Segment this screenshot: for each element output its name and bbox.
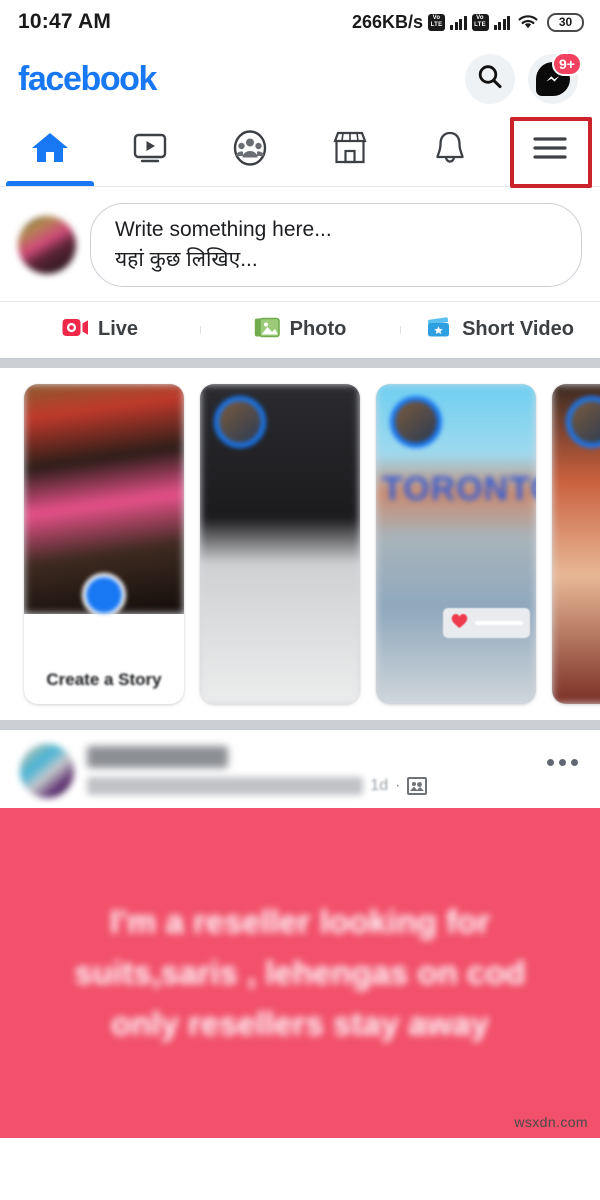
sidebar-item-menu[interactable] [500, 114, 600, 188]
post-text: I'm a reseller looking for suits,saris ,… [74, 902, 526, 1043]
more-options-icon[interactable] [547, 759, 578, 782]
status-bar: 10:47 AM 266KB/s Vo LTE Vo LTE 30 [0, 0, 600, 44]
navigation-tabs [0, 114, 600, 188]
stories-carousel[interactable]: Create a Story TORONTO [0, 367, 600, 720]
photo-button[interactable]: Photo [200, 316, 400, 344]
post-shared-by: Shared post by Amala Maryan Thomas [87, 777, 364, 796]
reaction-slider-track [475, 620, 523, 625]
bell-icon [429, 127, 471, 174]
post-author-name[interactable]: WOMEN STYLE [87, 746, 229, 769]
composer-input[interactable]: Write something here... यहां कुछ लिखिए..… [90, 203, 582, 287]
feed-post: WOMEN STYLE Shared post by Amala Maryan … [0, 729, 600, 1138]
facebook-mobile-app: 10:47 AM 266KB/s Vo LTE Vo LTE 30 facebo… [0, 0, 600, 1200]
section-separator-2 [0, 719, 600, 730]
post-author-avatar[interactable] [20, 743, 74, 798]
wifi-icon [517, 14, 539, 31]
facebook-logo[interactable]: facebook [18, 60, 157, 99]
avatar[interactable] [18, 215, 76, 274]
story-card[interactable]: TORONTO [376, 383, 536, 704]
video-play-icon [128, 128, 172, 173]
create-story-footer [24, 614, 184, 704]
live-video-icon [62, 317, 89, 343]
groups-icon [228, 127, 272, 174]
post-body[interactable]: I'm a reseller looking for suits,saris ,… [0, 807, 600, 1138]
active-tab-underline [6, 181, 94, 186]
short-video-button[interactable]: Short Video [400, 316, 600, 344]
short-video-clapper-icon [426, 316, 453, 344]
composer-placeholder-hindi: यहां कुछ लिखिए... [115, 247, 258, 271]
post-timestamp: 1d [370, 777, 389, 795]
volte-icon-1: Vo LTE [428, 13, 445, 31]
volte-icon-2: Vo LTE [471, 13, 489, 31]
section-separator-1 [0, 357, 600, 368]
search-button[interactable] [465, 54, 515, 104]
watermark: wsxdn.com [514, 1113, 588, 1130]
short-video-label: Short Video [462, 318, 574, 341]
live-label: Live [97, 318, 139, 341]
story-overlay-text: TORONTO [382, 469, 536, 508]
battery-level: 30 [558, 15, 573, 29]
sidebar-item-groups[interactable] [200, 114, 300, 186]
post-composer: Write something here... यहां कुछ लिखिए..… [0, 187, 600, 301]
volte-bottom-1: LTE [430, 22, 443, 28]
home-icon [28, 128, 72, 173]
post-meta-separator: · [395, 777, 401, 795]
live-button[interactable]: Live [0, 317, 200, 343]
sidebar-item-watch[interactable] [100, 114, 200, 186]
story-card[interactable] [200, 383, 360, 704]
app-header: facebook 9+ [0, 44, 600, 114]
signal-bars-icon-1 [450, 14, 467, 30]
composer-actions: Live Photo Short Video [0, 301, 600, 358]
volte-bottom-2: LTE [474, 22, 486, 28]
network-speed-label: 266KB/s [351, 11, 423, 32]
messenger-badge: 9+ [552, 52, 582, 76]
story-avatar-ring [214, 395, 266, 448]
create-story-card[interactable]: Create a Story [24, 383, 184, 704]
composer-placeholder-english: Write something here... [115, 218, 332, 241]
photo-label: Photo [289, 318, 347, 341]
post-subtitle: Shared post by Amala Maryan Thomas 1d · [87, 777, 534, 796]
volte-top-1: Vo [432, 15, 441, 21]
signal-bars-icon-2 [493, 14, 510, 30]
heart-icon [450, 612, 469, 634]
header-actions: 9+ [465, 52, 582, 104]
post-meta: WOMEN STYLE Shared post by Amala Maryan … [87, 746, 534, 796]
status-time: 10:47 AM [18, 10, 112, 33]
story-avatar-ring [390, 395, 442, 448]
photo-privacy-icon [407, 777, 428, 796]
story-card[interactable] [552, 383, 600, 704]
story-reaction-slider[interactable] [443, 607, 530, 638]
status-indicators: 266KB/s Vo LTE Vo LTE 30 [352, 12, 584, 33]
plus-icon [82, 572, 126, 617]
sidebar-item-marketplace[interactable] [300, 114, 400, 186]
hamburger-menu-icon [528, 131, 572, 170]
photo-icon [254, 316, 281, 344]
sidebar-item-notifications[interactable] [400, 114, 500, 186]
marketplace-store-icon [327, 128, 373, 173]
search-icon [475, 62, 505, 97]
volte-top-2: Vo [476, 15, 484, 21]
create-story-label: Create a Story [46, 669, 162, 689]
messenger-button[interactable]: 9+ [528, 52, 582, 104]
sidebar-item-home[interactable] [0, 114, 100, 186]
post-header: WOMEN STYLE Shared post by Amala Maryan … [0, 730, 600, 808]
battery-icon: 30 [547, 12, 584, 32]
